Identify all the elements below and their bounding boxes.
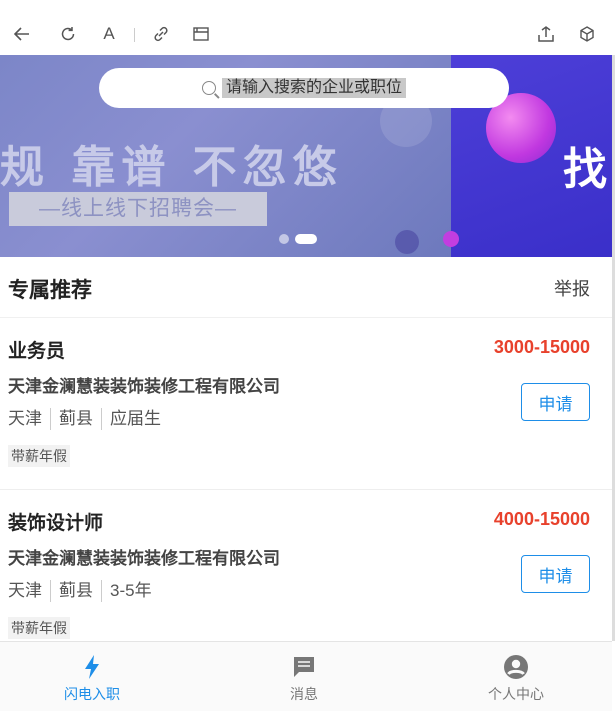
carousel-dots: [279, 234, 317, 244]
job-salary: 4000-15000: [493, 509, 590, 529]
job-experience: 应届生: [101, 408, 169, 430]
report-link[interactable]: 举报: [554, 275, 590, 301]
job-city: 天津: [8, 409, 42, 428]
search-icon: [201, 81, 216, 95]
benefit-tag: 带薪年假: [8, 617, 70, 639]
decor-circle: [443, 231, 459, 247]
decor-circle: [395, 230, 419, 254]
lightning-icon: [81, 654, 103, 685]
job-title: 业务员: [8, 341, 66, 362]
company-name: 天津金澜慧装装饰装修工程有限公司: [8, 377, 280, 396]
apply-button[interactable]: 申请: [521, 555, 590, 593]
job-experience: 3-5年: [101, 580, 160, 602]
tab-lightning-onboard[interactable]: 闪电入职: [32, 642, 152, 711]
back-arrow-icon[interactable]: [10, 22, 34, 46]
search-placeholder[interactable]: 请输入搜索的企业或职位: [221, 78, 406, 98]
link-icon[interactable]: [149, 22, 173, 46]
user-icon: [503, 654, 529, 685]
tab-label: 闪电入职: [64, 686, 120, 702]
job-card[interactable]: 业务员 3000-15000 天津金澜慧装装饰装修工程有限公司 天津 蓟县 应届…: [0, 318, 612, 490]
banner-slogan: 规 靠谱 不忽悠: [0, 142, 343, 193]
apply-button[interactable]: 申请: [521, 383, 590, 421]
carousel-dot[interactable]: [279, 234, 289, 244]
job-card[interactable]: 装饰设计师 4000-15000 天津金澜慧装装饰装修工程有限公司 天津 蓟县 …: [0, 490, 612, 662]
job-district: 蓟县: [50, 580, 101, 602]
job-meta: 天津 蓟县 3-5年: [8, 580, 160, 602]
carousel-dot-active[interactable]: [295, 234, 317, 244]
font-icon[interactable]: A: [97, 22, 121, 46]
bottom-tab-bar: 闪电入职 消息 个人中心: [0, 641, 612, 711]
banner-subtitle: —线上线下招聘会—: [9, 192, 267, 226]
tab-profile[interactable]: 个人中心: [456, 642, 576, 711]
search-bar[interactable]: 请输入搜索的企业或职位: [99, 68, 509, 108]
job-city: 天津: [8, 581, 42, 600]
job-meta: 天津 蓟县 应届生: [8, 408, 169, 430]
cube-icon[interactable]: [575, 22, 599, 46]
tab-label: 消息: [290, 686, 318, 702]
job-district: 蓟县: [50, 408, 101, 430]
tab-label: 个人中心: [488, 686, 544, 702]
banner-next-slogan: 找: [563, 144, 607, 195]
company-name: 天津金澜慧装装饰装修工程有限公司: [8, 549, 280, 568]
tab-messages[interactable]: 消息: [244, 642, 364, 711]
section-title: 专属推荐: [8, 279, 92, 302]
window-icon[interactable]: [189, 22, 213, 46]
toolbar-divider: [134, 28, 135, 42]
font-icon-glyph: A: [103, 24, 115, 43]
share-icon[interactable]: [534, 22, 558, 46]
refresh-icon[interactable]: [56, 22, 80, 46]
job-title: 装饰设计师: [8, 513, 104, 534]
browser-toolbar: A: [0, 0, 615, 56]
job-salary: 3000-15000: [493, 337, 590, 357]
message-icon: [291, 654, 317, 685]
benefit-tag: 带薪年假: [8, 445, 70, 467]
recommend-header: 专属推荐 举报: [0, 257, 612, 318]
